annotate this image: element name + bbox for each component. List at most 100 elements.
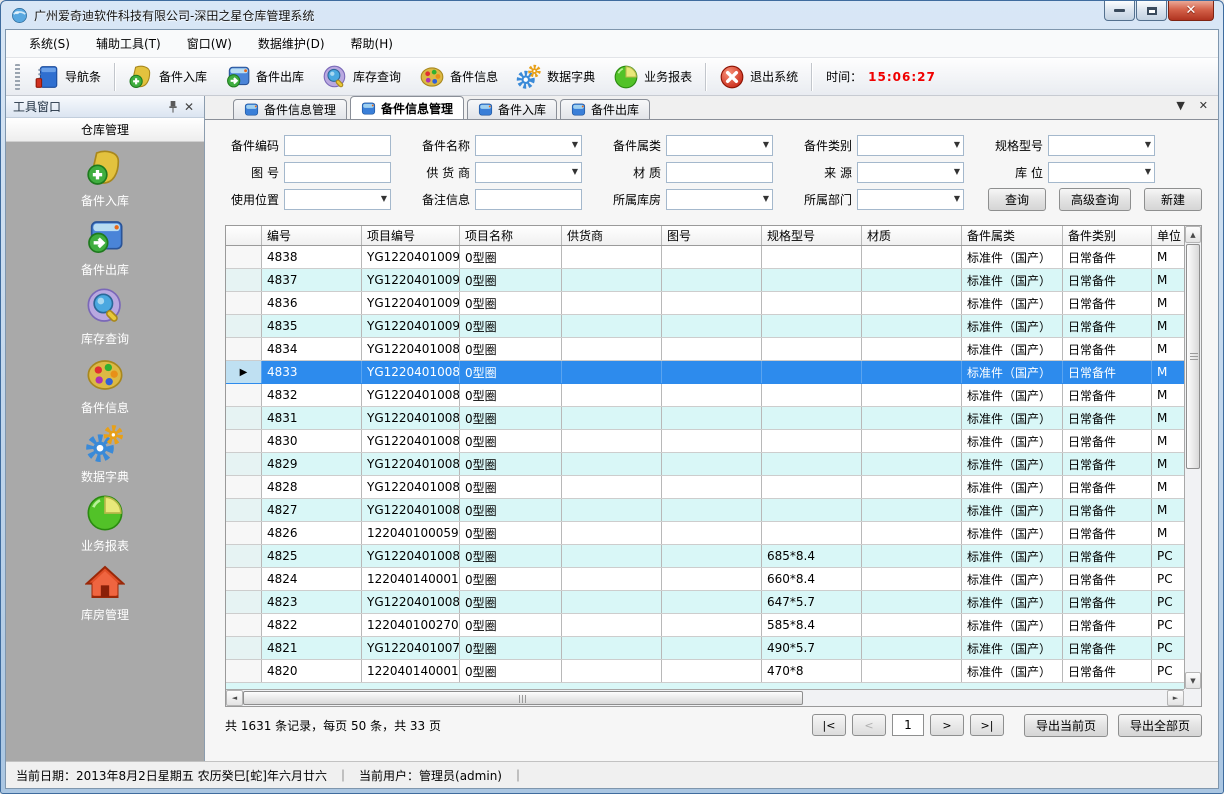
tab-list-dropdown-icon[interactable]: ▼ xyxy=(1176,99,1184,112)
advanced-query-button[interactable]: 高级查询 xyxy=(1059,188,1131,211)
table-row[interactable]: 4834YG122040100890型圈标准件（国产）日常备件M xyxy=(226,338,1184,361)
grid-column-header[interactable]: 备件类别 xyxy=(1063,226,1152,245)
part-code-input[interactable] xyxy=(284,135,391,156)
toolbar-spare-info-button[interactable]: 备件信息 xyxy=(410,61,507,93)
remark-input[interactable] xyxy=(475,189,582,210)
table-row[interactable]: 482212204010027000型圈585*8.4标准件（国产）日常备件PC xyxy=(226,614,1184,637)
part-category-combo[interactable]: ▼ xyxy=(666,135,773,156)
sidebar-item-spare-in[interactable]: 备件入库 xyxy=(25,148,185,217)
menu-window[interactable]: 窗口(W) xyxy=(174,30,245,57)
grid-column-header[interactable]: 编号 xyxy=(262,226,362,245)
tab-close-icon[interactable]: ✕ xyxy=(1199,99,1208,112)
scroll-right-icon[interactable]: ► xyxy=(1167,690,1184,706)
toolbar-exit-button[interactable]: 退出系统 xyxy=(710,61,807,93)
close-button[interactable]: ✕ xyxy=(1168,1,1214,21)
table-row[interactable]: 4837YG122040100920型圈标准件（国产）日常备件M xyxy=(226,269,1184,292)
grid-column-header[interactable]: 规格型号 xyxy=(762,226,862,245)
table-row[interactable]: 4838YG122040100930型圈标准件（国产）日常备件M xyxy=(226,246,1184,269)
grid-column-header[interactable]: 项目名称 xyxy=(460,226,562,245)
spec-model-combo[interactable]: ▼ xyxy=(1048,135,1155,156)
supplier-combo[interactable]: ▼ xyxy=(475,162,582,183)
table-row[interactable]: ▶4833YG122040100880型圈标准件（国产）日常备件M xyxy=(226,361,1184,384)
toolbar-report-button[interactable]: 业务报表 xyxy=(604,61,701,93)
table-row[interactable]: 4829YG122040100840型圈标准件（国产）日常备件M xyxy=(226,453,1184,476)
warehouse-group-header[interactable]: 仓库管理 xyxy=(6,118,204,142)
bin-location-combo[interactable]: ▼ xyxy=(1048,162,1155,183)
drawing-no-input[interactable] xyxy=(284,162,391,183)
table-row[interactable]: 4831YG122040100860型圈标准件（国产）日常备件M xyxy=(226,407,1184,430)
vertical-scrollbar[interactable]: ▲ ▼ xyxy=(1184,226,1201,689)
export-all-pages-button[interactable]: 导出全部页 xyxy=(1118,714,1202,737)
page-number-input[interactable] xyxy=(892,714,924,736)
table-row[interactable]: 482012204014000130型圈470*8标准件（国产）日常备件PC xyxy=(226,660,1184,683)
minimize-button[interactable] xyxy=(1104,1,1135,21)
grid-column-header[interactable]: 备件属类 xyxy=(962,226,1063,245)
material-input[interactable] xyxy=(666,162,773,183)
toolbar-navigator-button[interactable]: 导航条 xyxy=(25,61,110,93)
tab-spare-info-mgmt-1[interactable]: 备件信息管理 xyxy=(233,99,347,119)
horizontal-scroll-thumb[interactable] xyxy=(243,691,803,705)
table-row[interactable]: 4823YG122040100800型圈647*5.7标准件（国产）日常备件PC xyxy=(226,591,1184,614)
scroll-down-icon[interactable]: ▼ xyxy=(1185,672,1201,689)
last-page-button[interactable]: >| xyxy=(970,714,1004,736)
table-row[interactable]: 4832YG122040100870型圈标准件（国产）日常备件M xyxy=(226,384,1184,407)
table-cell: 日常备件 xyxy=(1063,545,1152,567)
maximize-button[interactable] xyxy=(1136,1,1167,21)
vertical-scroll-thumb[interactable] xyxy=(1186,244,1200,469)
first-page-button[interactable]: |< xyxy=(812,714,846,736)
table-row[interactable]: 4828YG122040100830型圈标准件（国产）日常备件M xyxy=(226,476,1184,499)
usage-position-combo[interactable]: ▼ xyxy=(284,189,391,210)
sidebar-item-spare-out[interactable]: 备件出库 xyxy=(25,217,185,286)
table-cell: 日常备件 xyxy=(1063,338,1152,360)
grid-column-header[interactable]: 项目编号 xyxy=(362,226,460,245)
pin-icon[interactable] xyxy=(165,99,181,115)
grid-column-header[interactable]: 材质 xyxy=(862,226,962,245)
tab-spare-in[interactable]: 备件入库 xyxy=(467,99,557,119)
table-row[interactable]: 4825YG122040100810型圈685*8.4标准件（国产）日常备件PC xyxy=(226,545,1184,568)
row-selector-cell xyxy=(226,269,262,291)
sidebar-item-data-dict[interactable]: 数据字典 xyxy=(25,424,185,493)
menu-system[interactable]: 系统(S) xyxy=(16,30,83,57)
table-row[interactable]: 4835YG122040100900型圈标准件（国产）日常备件M xyxy=(226,315,1184,338)
export-current-page-button[interactable]: 导出当前页 xyxy=(1024,714,1108,737)
scroll-left-icon[interactable]: ◄ xyxy=(226,690,243,706)
toolbar-spare-out-button[interactable]: 备件出库 xyxy=(216,61,313,93)
sidebar-item-spare-info[interactable]: 备件信息 xyxy=(25,355,185,424)
table-row[interactable]: 4827YG122040100820型圈标准件（国产）日常备件M xyxy=(226,499,1184,522)
tab-spare-info-mgmt-2[interactable]: 备件信息管理 xyxy=(350,96,464,119)
grid-column-header[interactable]: 单位 xyxy=(1152,226,1184,245)
sidebar-item-inventory-query[interactable]: 库存查询 xyxy=(25,286,185,355)
toolbar-spare-in-button[interactable]: 备件入库 xyxy=(119,61,216,93)
prev-page-button[interactable]: < xyxy=(852,714,886,736)
warehouse-combo[interactable]: ▼ xyxy=(666,189,773,210)
toolbar-grip[interactable] xyxy=(15,64,20,90)
scroll-up-icon[interactable]: ▲ xyxy=(1185,226,1201,243)
menu-help[interactable]: 帮助(H) xyxy=(338,30,406,57)
table-row[interactable]: 482612204010005990型圈标准件（国产）日常备件M xyxy=(226,522,1184,545)
menu-data-maintenance[interactable]: 数据维护(D) xyxy=(245,30,338,57)
grid-selector-header[interactable] xyxy=(226,226,262,245)
table-row[interactable]: 4830YG122040100850型圈标准件（国产）日常备件M xyxy=(226,430,1184,453)
table-row[interactable]: 482412204014000120型圈660*8.4标准件（国产）日常备件PC xyxy=(226,568,1184,591)
toolbar-inventory-query-button[interactable]: 库存查询 xyxy=(313,61,410,93)
scroll-track[interactable] xyxy=(803,690,1167,706)
grid-column-header[interactable]: 图号 xyxy=(662,226,762,245)
next-page-button[interactable]: > xyxy=(930,714,964,736)
part-class-combo[interactable]: ▼ xyxy=(857,135,964,156)
menu-tools[interactable]: 辅助工具(T) xyxy=(83,30,174,57)
horizontal-scrollbar[interactable]: ◄ ► xyxy=(226,689,1184,706)
inventory-query-icon xyxy=(322,64,348,90)
grid-column-header[interactable]: 供货商 xyxy=(562,226,662,245)
table-row[interactable]: 4821YG122040100790型圈490*5.7标准件（国产）日常备件PC xyxy=(226,637,1184,660)
query-button[interactable]: 查询 xyxy=(988,188,1046,211)
new-button[interactable]: 新建 xyxy=(1144,188,1202,211)
panel-close-icon[interactable]: ✕ xyxy=(181,99,197,115)
table-row[interactable]: 4836YG122040100910型圈标准件（国产）日常备件M xyxy=(226,292,1184,315)
source-combo[interactable]: ▼ xyxy=(857,162,964,183)
sidebar-item-warehouse-mgmt[interactable]: 库房管理 xyxy=(25,562,185,631)
part-name-combo[interactable]: ▼ xyxy=(475,135,582,156)
toolbar-data-dict-button[interactable]: 数据字典 xyxy=(507,61,604,93)
department-combo[interactable]: ▼ xyxy=(857,189,964,210)
sidebar-item-report[interactable]: 业务报表 xyxy=(25,493,185,562)
tab-spare-out[interactable]: 备件出库 xyxy=(560,99,650,119)
